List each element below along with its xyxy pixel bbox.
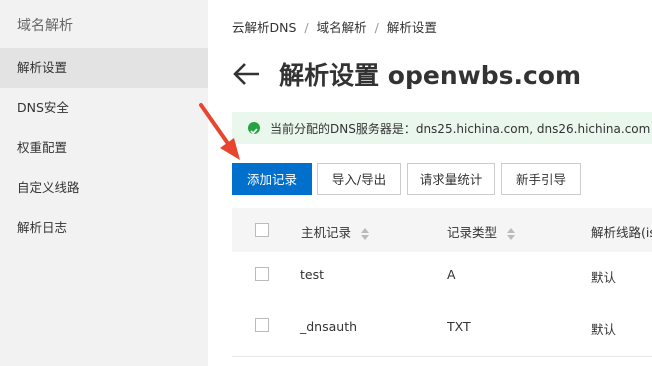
breadcrumb-item-domain-dns[interactable]: 域名解析 bbox=[317, 20, 367, 35]
column-type[interactable]: 记录类型 bbox=[447, 222, 515, 241]
add-record-button[interactable]: 添加记录 bbox=[232, 163, 312, 195]
sidebar-item-dns-logs[interactable]: 解析日志 bbox=[0, 208, 208, 248]
breadcrumb-item-cloud-dns[interactable]: 云解析DNS bbox=[232, 20, 296, 35]
sort-icon[interactable] bbox=[361, 227, 369, 241]
cell-host: test bbox=[300, 267, 325, 282]
row-checkbox[interactable] bbox=[255, 267, 269, 281]
sidebar-title: 域名解析 bbox=[17, 18, 73, 34]
sidebar-item-custom-lines[interactable]: 自定义线路 bbox=[0, 168, 208, 208]
page-header: 解析设置 openwbs.com bbox=[232, 56, 581, 92]
column-type-label: 记录类型 bbox=[447, 225, 498, 240]
table-row: test A 默认 bbox=[232, 252, 652, 297]
cell-host: _dnsauth bbox=[300, 319, 358, 334]
import-export-button[interactable]: 导入/导出 bbox=[317, 163, 401, 195]
breadcrumb-separator: / bbox=[374, 20, 379, 35]
table-row: _dnsauth TXT 默认 bbox=[232, 296, 652, 357]
breadcrumb-separator: / bbox=[304, 20, 309, 35]
column-host[interactable]: 主机记录 bbox=[301, 222, 369, 241]
main-content: 云解析DNS / 域名解析 / 解析设置 解析设置 openwbs.com 当前分配的D… bbox=[208, 0, 652, 366]
column-host-label: 主机记录 bbox=[301, 225, 352, 240]
cell-type: TXT bbox=[447, 319, 471, 334]
column-line: 解析线路(isp bbox=[591, 225, 652, 240]
select-all-checkbox[interactable] bbox=[255, 223, 269, 237]
beginner-guide-button[interactable]: 新手引导 bbox=[501, 163, 581, 195]
table-header: 主机记录 记录类型 解析线路(isp bbox=[232, 208, 652, 252]
sidebar: 域名解析 解析设置 DNS安全 权重配置 自定义线路 解析日志 bbox=[0, 0, 208, 366]
arrow-left-icon[interactable] bbox=[232, 59, 262, 89]
notice-text: 当前分配的DNS服务器是：dns25.hichina.com, dns26.hi… bbox=[270, 122, 651, 136]
sidebar-item-weight-config[interactable]: 权重配置 bbox=[0, 128, 208, 168]
breadcrumb-item-current: 解析设置 bbox=[386, 20, 437, 35]
cell-type: A bbox=[447, 267, 456, 282]
sort-icon[interactable] bbox=[507, 227, 515, 241]
cell-line: 默认 bbox=[591, 270, 617, 285]
dns-server-notice: 当前分配的DNS服务器是：dns25.hichina.com, dns26.hi… bbox=[232, 112, 652, 144]
check-circle-icon bbox=[248, 122, 260, 135]
sidebar-item-dns-security[interactable]: DNS安全 bbox=[0, 88, 208, 128]
sidebar-item-dns-settings[interactable]: 解析设置 bbox=[0, 48, 208, 88]
row-checkbox[interactable] bbox=[255, 318, 269, 332]
breadcrumb: 云解析DNS / 域名解析 / 解析设置 bbox=[232, 17, 437, 36]
cell-line: 默认 bbox=[591, 322, 617, 337]
request-stats-button[interactable]: 请求量统计 bbox=[407, 163, 495, 195]
page-title: 解析设置 openwbs.com bbox=[279, 61, 582, 90]
